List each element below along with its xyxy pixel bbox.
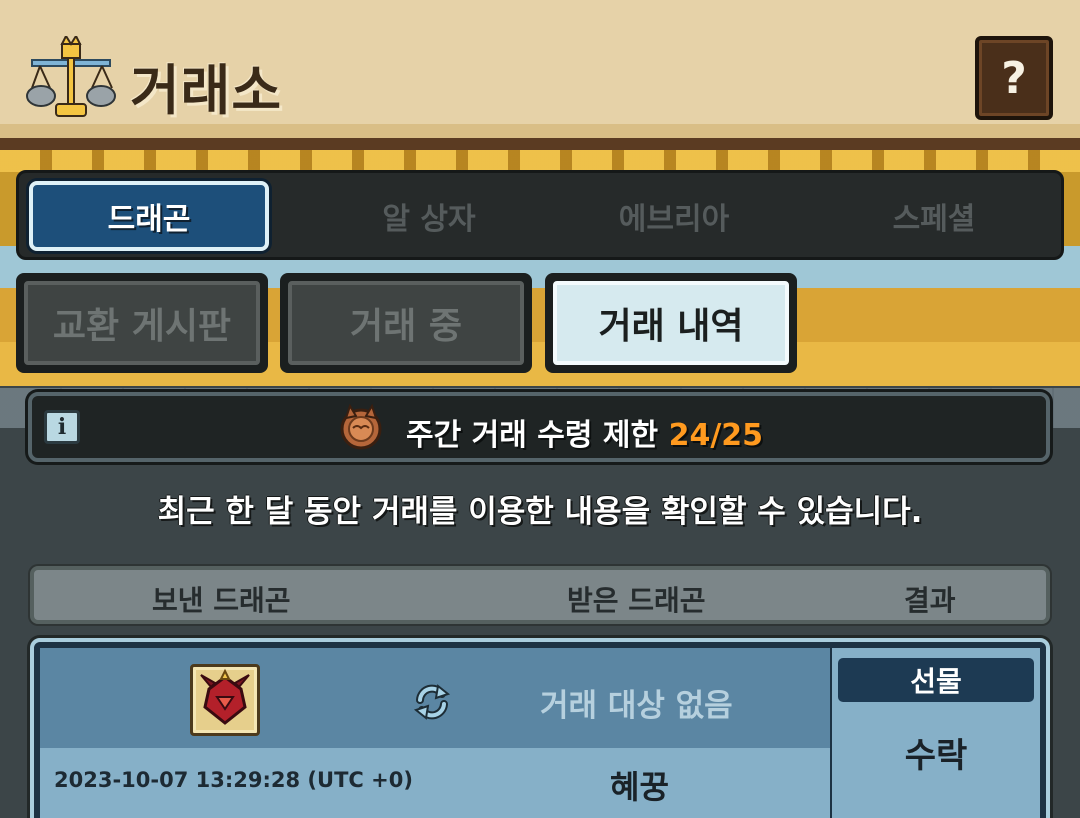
tab-special[interactable]: 스페셜 — [814, 181, 1054, 251]
subtab-exchange-board[interactable]: 교환 게시판 — [16, 273, 268, 373]
tab-egg-box[interactable]: 알 상자 — [309, 181, 549, 251]
weekly-limit-count: 24/25 — [668, 418, 764, 453]
history-row[interactable]: 거래 대상 없음 2023-10-07 13:29:28 (UTC +0) 혜꿍… — [30, 638, 1050, 818]
weekly-limit-label: 주간 거래 수령 제한 — [406, 418, 659, 453]
history-notice: 최근 한 달 동안 거래를 이용한 내용을 확인할 수 있습니다. — [157, 494, 923, 530]
cat-medal-icon — [340, 404, 382, 450]
history-table-header: 보낸 드래곤 받은 드래곤 결과 — [30, 566, 1050, 624]
help-button[interactable]: ? — [975, 36, 1053, 120]
tab-evria[interactable]: 에브리아 — [554, 181, 794, 251]
swap-icon — [413, 684, 451, 720]
history-row-dragons: 거래 대상 없음 — [40, 648, 830, 748]
subtab-trading[interactable]: 거래 중 — [280, 273, 532, 373]
category-tab-bar: 드래곤 알 상자 에브리아 스페셜 — [16, 170, 1064, 260]
received-dragon-text: 거래 대상 없음 — [540, 688, 733, 724]
history-row-result: 선물 수락 — [832, 648, 1040, 818]
subtab-trading-label: 거래 중 — [288, 281, 524, 365]
info-icon[interactable]: i — [44, 410, 80, 444]
column-result: 결과 — [904, 584, 956, 617]
page-title: 거래소 — [130, 59, 283, 122]
weekly-limit-text: 주간 거래 수령 제한 24/25 — [406, 410, 763, 454]
trade-type-badge: 선물 — [838, 658, 1034, 702]
trade-result: 수락 — [904, 736, 968, 776]
sent-dragon-slot[interactable] — [190, 664, 260, 736]
trade-timestamp: 2023-10-07 13:29:28 (UTC +0) — [54, 768, 413, 792]
top-header: 거래소 ? — [0, 0, 1080, 150]
history-row-details: 2023-10-07 13:29:28 (UTC +0) 혜꿍 — [40, 748, 830, 818]
trade-partner: 혜꿍 — [610, 768, 669, 806]
column-sent-dragon: 보낸 드래곤 — [152, 584, 291, 617]
weekly-limit-bar: i 주간 거래 수령 제한 24/25 — [28, 392, 1050, 462]
subtab-trade-history[interactable]: 거래 내역 — [545, 273, 797, 373]
background-ornament — [0, 150, 1080, 172]
subtab-trade-history-label: 거래 내역 — [553, 281, 789, 365]
subtab-exchange-board-label: 교환 게시판 — [24, 281, 260, 365]
trading-scale-icon — [26, 36, 116, 117]
tab-dragon[interactable]: 드래곤 — [29, 181, 269, 251]
red-dragon-icon — [200, 668, 250, 725]
column-received-dragon: 받은 드래곤 — [567, 584, 706, 617]
